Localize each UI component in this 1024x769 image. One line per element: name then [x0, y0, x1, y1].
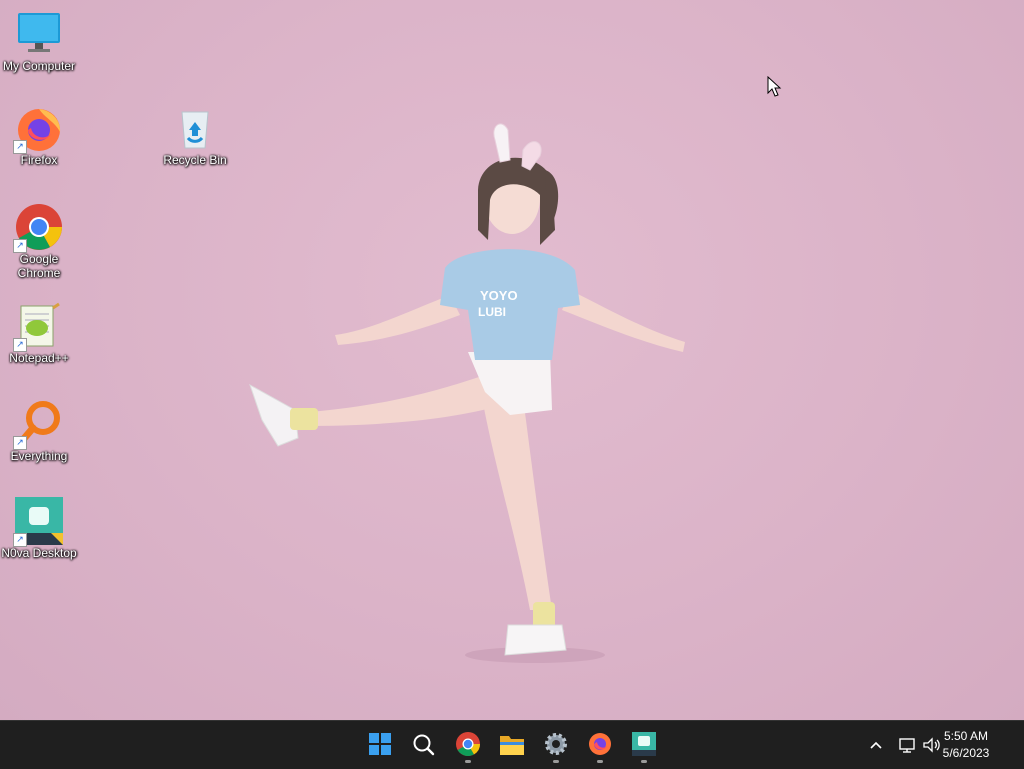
taskbar: 5:50 AM 5/6/2023: [0, 720, 1024, 769]
running-indicator: [641, 760, 647, 763]
shortcut-arrow-icon: ↗: [13, 533, 27, 547]
desktop-icon-label: Everything: [10, 449, 68, 463]
tray-network-button[interactable]: [896, 733, 918, 757]
desktop-icon-label: Google Chrome: [17, 252, 61, 280]
file-explorer-icon: [500, 736, 524, 755]
shortcut-arrow-icon: ↗: [13, 239, 27, 253]
clock-time: 5:50 AM: [943, 729, 989, 743]
monitor-icon: [15, 10, 63, 58]
shortcut-arrow-icon: ↗: [13, 140, 27, 154]
search-icon: [413, 734, 435, 756]
desktop-icon-label: N0va Desktop: [1, 546, 77, 560]
clock-date: 5/6/2023: [942, 746, 990, 760]
desktop-icon-label: Firefox: [20, 153, 58, 167]
n0va-desktop-icon: [632, 732, 656, 756]
shortcut-arrow-icon: ↗: [13, 436, 27, 450]
running-indicator: [597, 760, 603, 763]
desktop-icon-firefox[interactable]: ↗ Firefox: [0, 104, 81, 167]
desktop-icon-recycle-bin[interactable]: Recycle Bin: [153, 104, 237, 167]
taskbar-chrome-button[interactable]: [448, 727, 488, 763]
n0va-desktop-icon: ↗: [13, 497, 63, 547]
firefox-icon: ↗: [13, 104, 63, 154]
running-indicator: [553, 760, 559, 763]
chrome-icon: ↗: [13, 203, 63, 253]
desktop-icon-google-chrome[interactable]: ↗ Google Chrome: [0, 203, 81, 280]
wallpaper-figure: YOYO LUBI: [249, 123, 685, 663]
taskbar-file-explorer-button[interactable]: [492, 727, 532, 763]
recycle-bin-icon: [171, 104, 219, 152]
notepadpp-icon: ↗: [13, 302, 63, 352]
taskbar-firefox-button[interactable]: [580, 727, 620, 763]
desktop[interactable]: YOYO LUBI My Computer ↗ Firefox Recycle …: [0, 0, 1024, 720]
mouse-cursor-icon: [767, 76, 782, 97]
tray-overflow-button[interactable]: [866, 733, 886, 757]
svg-text:YOYO: YOYO: [480, 288, 518, 303]
settings-icon: [545, 733, 567, 755]
everything-search-icon: ↗: [13, 400, 63, 450]
desktop-icon-label: My Computer: [2, 59, 76, 73]
desktop-icon-label: Notepad++: [9, 351, 69, 365]
running-indicator: [465, 760, 471, 763]
chrome-icon: [456, 732, 480, 757]
desktop-icon-everything[interactable]: ↗ Everything: [0, 400, 81, 463]
taskbar-settings-button[interactable]: [536, 727, 576, 763]
chevron-up-icon: [870, 741, 882, 749]
desktop-icon-label: Recycle Bin: [163, 153, 227, 167]
start-icon: [369, 733, 391, 755]
start-button[interactable]: [360, 727, 400, 763]
desktop-icon-notepadpp[interactable]: ↗ Notepad++: [0, 302, 81, 365]
svg-text:LUBI: LUBI: [478, 305, 506, 319]
taskbar-n0va-desktop-button[interactable]: [624, 727, 664, 763]
firefox-icon: [589, 733, 611, 755]
network-icon: [899, 738, 915, 753]
taskbar-search-button[interactable]: [404, 727, 444, 763]
desktop-icon-my-computer[interactable]: My Computer: [0, 10, 81, 73]
desktop-icon-n0va-desktop[interactable]: ↗ N0va Desktop: [0, 497, 81, 560]
shortcut-arrow-icon: ↗: [13, 338, 27, 352]
